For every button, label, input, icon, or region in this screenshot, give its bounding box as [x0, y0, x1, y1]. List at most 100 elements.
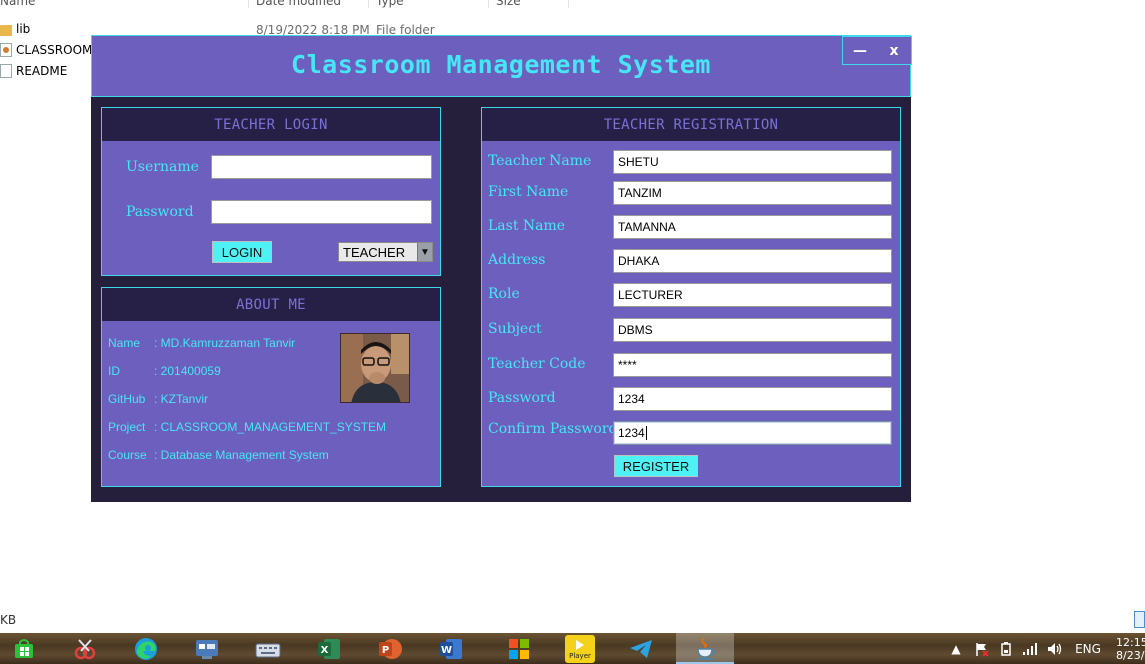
password-input[interactable]	[211, 200, 432, 224]
about-github-line: GitHub: KZTanvir	[108, 392, 208, 406]
window-controls: — x	[842, 36, 912, 65]
file-name: CLASSROOM_	[16, 43, 99, 57]
close-button[interactable]: x	[877, 37, 911, 64]
subject-input[interactable]: DBMS	[613, 318, 892, 342]
role-label: Role	[488, 286, 520, 302]
password-label: Password	[488, 390, 556, 406]
file-row[interactable]: README	[0, 61, 67, 81]
about-value: 201400059	[160, 364, 221, 378]
column-header-size[interactable]: Size	[496, 0, 521, 8]
about-key: Name	[108, 336, 141, 350]
chevron-down-icon[interactable]: ▼	[417, 243, 432, 261]
role-select[interactable]: TEACHER ▼	[338, 242, 433, 262]
show-hidden-icons-icon[interactable]: ▲	[948, 633, 964, 664]
play-icon	[576, 639, 584, 650]
subject-label: Subject	[488, 321, 542, 337]
teacher-name-input[interactable]: SHETU	[613, 150, 892, 174]
panel-heading: TEACHER LOGIN	[102, 108, 440, 141]
java-icon[interactable]	[676, 633, 734, 664]
file-row[interactable]: lib	[0, 19, 30, 39]
about-value: MD.Kamruzzaman Tanvir	[160, 336, 296, 350]
column-header-date[interactable]: Date modified	[256, 0, 341, 8]
word-icon[interactable]: W	[427, 633, 475, 664]
file-name: README	[16, 64, 68, 78]
language-indicator[interactable]: ENG	[1072, 633, 1104, 664]
start-icon[interactable]	[0, 633, 48, 664]
username-label: Username	[126, 159, 199, 175]
last-name-input[interactable]: TAMANNA	[613, 215, 892, 239]
first-name-label: First Name	[488, 184, 569, 200]
role-select-value: TEACHER	[343, 244, 406, 260]
about-sep: :	[154, 336, 161, 350]
excel-icon[interactable]: X	[305, 633, 353, 664]
column-header-type[interactable]: Type	[376, 0, 404, 8]
battery-icon[interactable]	[996, 633, 1016, 664]
about-sep: :	[154, 420, 161, 434]
about-me-panel: ABOUT ME Name: MD.Kamruzzaman Tanvir ID:…	[101, 287, 441, 487]
about-key: Course	[108, 448, 147, 462]
username-input[interactable]	[211, 155, 432, 179]
clock[interactable]: 12:15 8/23/	[1108, 633, 1145, 664]
login-button[interactable]: LOGIN	[212, 241, 272, 263]
teacher-code-input[interactable]: ****	[613, 353, 892, 377]
address-label: Address	[488, 252, 546, 268]
last-name-label: Last Name	[488, 218, 566, 234]
column-divider	[488, 0, 489, 8]
clock-time: 12:15	[1116, 635, 1145, 649]
about-value: KZTanvir	[160, 392, 209, 406]
telegram-icon[interactable]	[617, 633, 665, 664]
svg-text:X: X	[321, 645, 329, 656]
password-label: Password	[126, 204, 194, 220]
status-bar-text: KB	[0, 613, 17, 627]
text-caret	[645, 426, 647, 440]
on-screen-keyboard-icon[interactable]	[244, 633, 292, 664]
about-value: CLASSROOM_MANAGEMENT_SYSTEM	[160, 420, 387, 434]
powerpoint-icon[interactable]: P	[366, 633, 414, 664]
role-input[interactable]: LECTURER	[613, 283, 892, 307]
password-input[interactable]: 1234	[613, 387, 892, 411]
title-bar[interactable]: Classroom Management System — x	[91, 35, 912, 97]
teacher-name-label: Teacher Name	[488, 153, 592, 169]
view-toggle-icon[interactable]	[1134, 611, 1145, 628]
teacher-registration-panel: TEACHER REGISTRATION Teacher Name SHETU …	[481, 107, 901, 487]
about-course-line: Course: Database Management System	[108, 448, 329, 462]
office-icon[interactable]	[495, 633, 543, 664]
svg-text:W: W	[441, 645, 452, 656]
about-id-line: ID: 201400059	[108, 364, 221, 378]
network-icon[interactable]	[1020, 633, 1040, 664]
panel-heading: ABOUT ME	[102, 288, 440, 321]
teacher-code-label: Teacher Code	[488, 356, 586, 372]
player-icon[interactable]: Player	[556, 633, 604, 664]
confirm-password-value: 1234	[618, 426, 645, 440]
volume-icon[interactable]	[1044, 633, 1064, 664]
about-sep: :	[154, 448, 161, 462]
about-key: Project	[108, 420, 146, 434]
edge-icon[interactable]	[122, 633, 170, 664]
jar-file-icon	[0, 43, 12, 57]
confirm-password-input[interactable]: 1234	[613, 421, 892, 445]
file-row[interactable]: CLASSROOM_	[0, 40, 98, 60]
about-sep: :	[154, 392, 161, 406]
snipping-tool-icon[interactable]	[61, 633, 109, 664]
classroom-management-window: Classroom Management System — x TEACHER …	[91, 35, 912, 502]
flag-alert-icon[interactable]	[972, 633, 992, 664]
about-name-line: Name: MD.Kamruzzaman Tanvir	[108, 336, 295, 350]
register-button[interactable]: REGISTER	[614, 455, 698, 477]
column-divider	[248, 0, 249, 8]
confirm-password-label: Confirm Password	[488, 421, 618, 437]
teacher-login-panel: TEACHER LOGIN Username Password LOGIN TE…	[101, 107, 441, 276]
column-header-name[interactable]: Name	[0, 0, 35, 8]
about-value: Database Management System	[160, 448, 329, 462]
player-label: Player	[569, 651, 591, 660]
address-input[interactable]: DHAKA	[613, 249, 892, 273]
first-name-input[interactable]: TANZIM	[613, 181, 892, 205]
person-photo-icon	[341, 334, 409, 402]
svg-text:P: P	[382, 645, 389, 656]
clock-date: 8/23/	[1116, 648, 1145, 662]
profile-photo	[340, 333, 410, 403]
player-tile: Player	[565, 634, 595, 663]
minimize-button[interactable]: —	[843, 37, 877, 64]
control-panel-icon[interactable]	[183, 633, 231, 664]
text-file-icon	[0, 64, 12, 78]
about-project-line: Project: CLASSROOM_MANAGEMENT_SYSTEM	[108, 420, 386, 434]
